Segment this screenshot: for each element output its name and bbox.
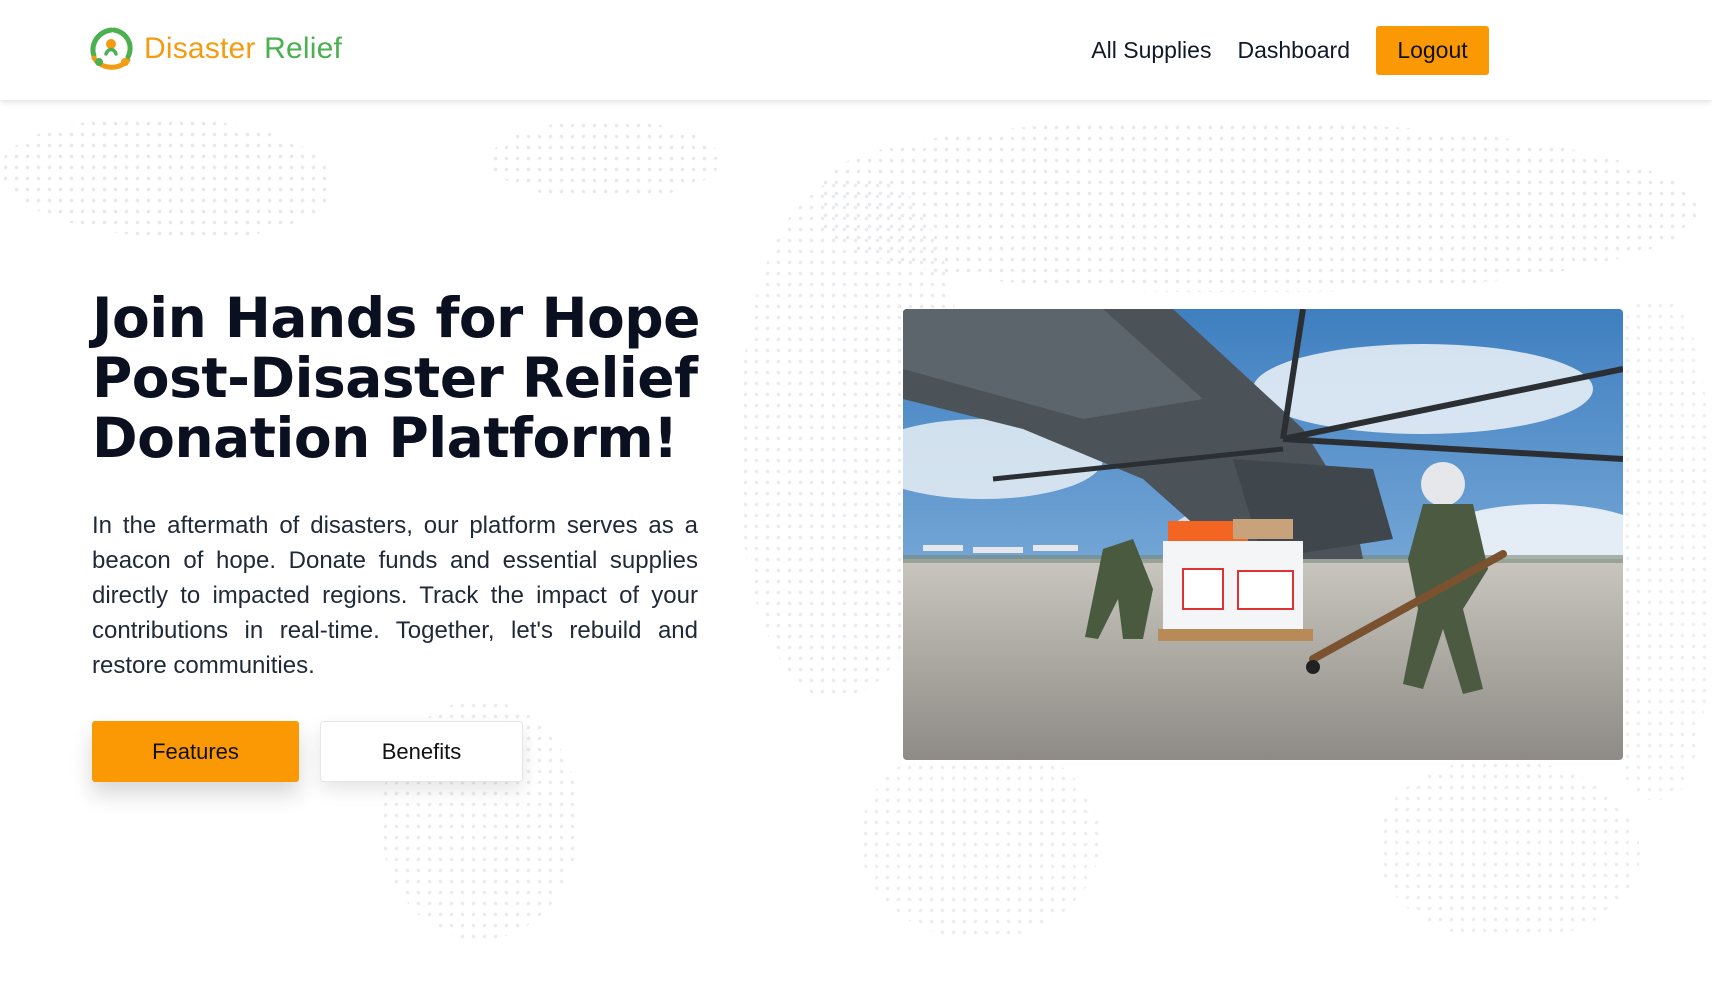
features-button[interactable]: Features — [92, 721, 299, 782]
hero-title: Join Hands for Hope Post-Disaster Relief… — [92, 288, 732, 468]
main-nav: All Supplies Dashboard Logout — [1065, 26, 1489, 75]
hero-title-line: Donation Platform! — [92, 406, 678, 470]
brand-name: Disaster Relief — [144, 32, 342, 66]
hero-image-helicopter-relief — [903, 309, 1623, 760]
nav-dashboard[interactable]: Dashboard — [1237, 37, 1350, 64]
helicopter-relief-photo — [903, 309, 1623, 760]
dotted-map-background — [490, 120, 720, 200]
logout-button[interactable]: Logout — [1376, 26, 1489, 75]
dotted-map-background — [0, 118, 330, 238]
dotted-map-background — [860, 740, 1100, 940]
brand-link[interactable]: Disaster Relief — [84, 24, 342, 74]
hero-title-line: Join Hands for Hope — [92, 286, 700, 350]
brand-name-second: Relief — [255, 32, 343, 65]
people-circle-logo-icon — [90, 27, 133, 70]
brand-name-first: Disaster — [144, 32, 256, 65]
dotted-map-background — [1380, 760, 1640, 940]
benefits-button[interactable]: Benefits — [320, 721, 523, 782]
hero-description: In the aftermath of disasters, our platf… — [92, 512, 698, 679]
hero-title-line: Post-Disaster Relief — [92, 346, 698, 410]
site-header: Disaster Relief All Supplies Dashboard L… — [0, 0, 1712, 100]
nav-all-supplies[interactable]: All Supplies — [1091, 37, 1211, 64]
dotted-map-background — [820, 122, 1700, 292]
page: Disaster Relief All Supplies Dashboard L… — [0, 0, 1712, 1000]
